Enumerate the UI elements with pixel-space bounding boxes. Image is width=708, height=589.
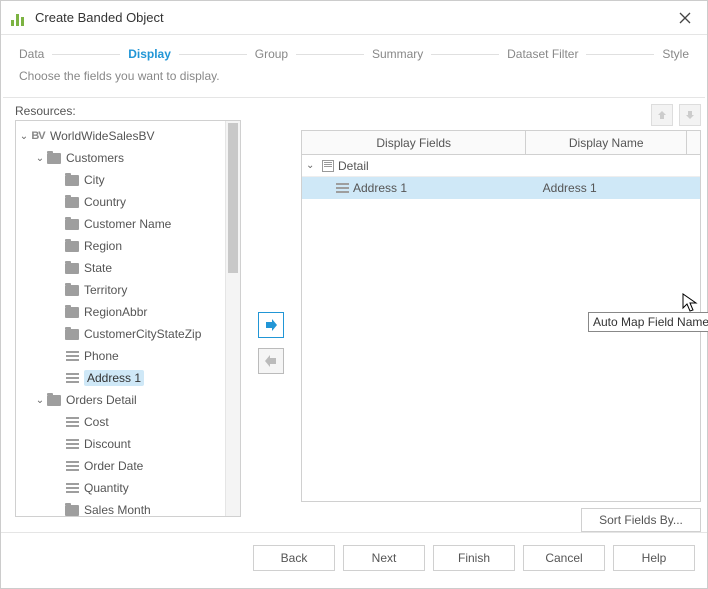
field-icon	[64, 459, 80, 473]
grid-group-label: Detail	[338, 159, 369, 173]
field-icon	[64, 349, 80, 363]
field-icon	[64, 437, 80, 451]
resources-tree[interactable]: ⌄ BV WorldWideSalesBV ⌄ Customers City C…	[16, 121, 225, 516]
move-up-button[interactable]	[651, 104, 673, 126]
chevron-down-icon[interactable]: ⌄	[306, 160, 318, 171]
arrow-left-icon	[264, 354, 278, 368]
field-icon	[64, 481, 80, 495]
grid-group-row[interactable]: ⌄ Detail	[302, 155, 700, 177]
next-button[interactable]: Next	[343, 545, 425, 571]
sort-fields-button[interactable]: Sort Fields By...	[581, 508, 701, 532]
app-icon	[11, 10, 27, 26]
wizard-subtitle: Choose the fields you want to display.	[1, 63, 707, 97]
remove-button[interactable]	[258, 348, 284, 374]
tree-node[interactable]: Quantity	[16, 477, 225, 499]
folder-icon	[64, 261, 80, 275]
scrollbar[interactable]	[225, 121, 240, 516]
tree-node[interactable]: State	[16, 257, 225, 279]
tree-node-selected[interactable]: Address 1	[16, 367, 225, 389]
folder-icon	[64, 503, 80, 516]
back-button[interactable]: Back	[253, 545, 335, 571]
step-group[interactable]: Group	[255, 47, 288, 61]
tree-node[interactable]: CustomerCityStateZip	[16, 323, 225, 345]
folder-icon	[46, 151, 62, 165]
step-summary[interactable]: Summary	[372, 47, 423, 61]
folder-icon	[64, 239, 80, 253]
cancel-button[interactable]: Cancel	[523, 545, 605, 571]
tree-node[interactable]: Country	[16, 191, 225, 213]
tree-node[interactable]: Customer Name	[16, 213, 225, 235]
finish-button[interactable]: Finish	[433, 545, 515, 571]
folder-icon	[64, 173, 80, 187]
field-icon	[336, 183, 349, 193]
detail-icon	[322, 160, 334, 172]
tree-node[interactable]: RegionAbbr	[16, 301, 225, 323]
folder-icon	[64, 283, 80, 297]
add-button[interactable]	[258, 312, 284, 338]
move-down-button[interactable]	[679, 104, 701, 126]
folder-icon	[46, 393, 62, 407]
tree-node[interactable]: Order Date	[16, 455, 225, 477]
scrollbar-thumb[interactable]	[228, 123, 238, 273]
titlebar: Create Banded Object	[1, 1, 707, 35]
tree-node-orders-detail[interactable]: ⌄ Orders Detail	[16, 389, 225, 411]
folder-icon	[64, 195, 80, 209]
wizard-steps: Data Display Group Summary Dataset Filte…	[1, 35, 707, 63]
step-dataset-filter[interactable]: Dataset Filter	[507, 47, 578, 61]
chevron-down-icon[interactable]: ⌄	[18, 131, 30, 142]
tree-node[interactable]: Phone	[16, 345, 225, 367]
column-header-display-name[interactable]: Display Name	[526, 131, 686, 154]
grid-field-row[interactable]: Address 1 Address 1	[302, 177, 700, 199]
field-icon	[64, 371, 80, 385]
tree-node-customers[interactable]: ⌄ Customers	[16, 147, 225, 169]
tree-node[interactable]: City	[16, 169, 225, 191]
tree-node[interactable]: Sales Month	[16, 499, 225, 516]
tooltip: Auto Map Field Name	[588, 312, 708, 332]
help-button[interactable]: Help	[613, 545, 695, 571]
tree-node[interactable]: Region	[16, 235, 225, 257]
grid-field-label: Address 1	[353, 181, 407, 195]
window-title: Create Banded Object	[35, 10, 164, 25]
tree-root[interactable]: ⌄ BV WorldWideSalesBV	[16, 125, 225, 147]
chevron-down-icon[interactable]: ⌄	[34, 153, 46, 164]
close-icon	[679, 12, 691, 24]
close-button[interactable]	[673, 6, 697, 30]
step-style[interactable]: Style	[662, 47, 689, 61]
arrow-right-icon	[264, 318, 278, 332]
folder-icon	[64, 305, 80, 319]
tree-node[interactable]: Discount	[16, 433, 225, 455]
tree-node[interactable]: Territory	[16, 279, 225, 301]
footer: Back Next Finish Cancel Help	[1, 532, 707, 582]
tree-node[interactable]: Cost	[16, 411, 225, 433]
arrow-up-icon	[657, 110, 667, 120]
arrow-down-icon	[685, 110, 695, 120]
step-display[interactable]: Display	[128, 47, 171, 61]
resources-label: Resources:	[15, 104, 241, 118]
folder-icon	[64, 217, 80, 231]
grid-display-name-cell[interactable]: Address 1	[537, 181, 686, 195]
folder-icon	[64, 327, 80, 341]
bv-icon: BV	[30, 129, 46, 143]
field-icon	[64, 415, 80, 429]
chevron-down-icon[interactable]: ⌄	[34, 395, 46, 406]
step-data[interactable]: Data	[19, 47, 44, 61]
column-header-display-fields[interactable]: Display Fields	[302, 131, 526, 154]
